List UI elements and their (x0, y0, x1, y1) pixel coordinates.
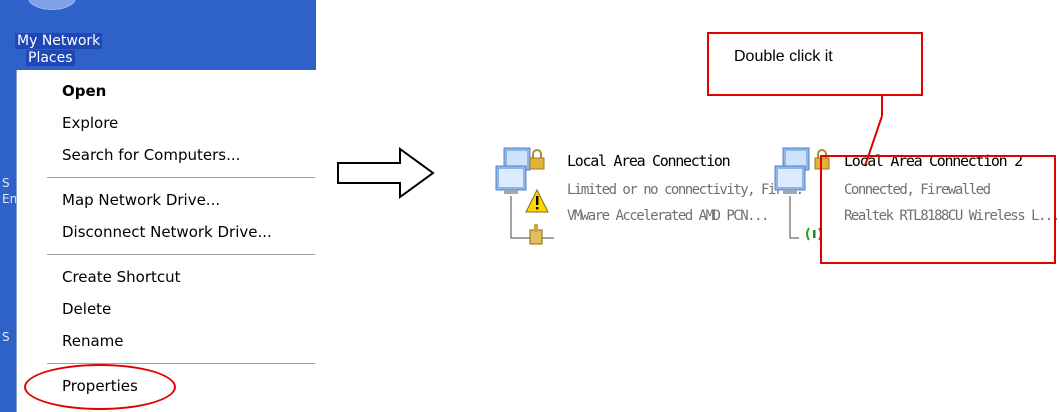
menu-item-explore[interactable]: Explore (62, 114, 118, 132)
connection-1-status: Limited or no connectivity, Fir... (567, 182, 804, 198)
menu-item-map-network-drive[interactable]: Map Network Drive... (62, 191, 220, 209)
callout-text: Double click it (734, 48, 833, 65)
menu-item-search-for-computers[interactable]: Search for Computers... (62, 146, 240, 164)
menu-item-disconnect-network-drive[interactable]: Disconnect Network Drive... (62, 223, 272, 241)
connection-2-annotation-box (820, 155, 1056, 264)
menu-item-create-shortcut[interactable]: Create Shortcut (62, 268, 181, 286)
desktop-icon-fragment: S (2, 330, 10, 344)
desktop-icon-fragment: En (2, 192, 18, 206)
menu-item-open[interactable]: Open (62, 82, 106, 100)
my-network-places-icon[interactable] (28, 0, 76, 10)
desktop-icon-fragment: S (2, 176, 10, 190)
network-connection-warning-icon[interactable] (494, 140, 566, 252)
menu-separator (47, 254, 315, 255)
menu-item-rename[interactable]: Rename (62, 332, 124, 350)
connection-1-name[interactable]: Local Area Connection (567, 152, 731, 170)
context-menu: Open Explore Search for Computers... Map… (16, 70, 316, 412)
properties-annotation-circle (24, 364, 176, 410)
menu-separator (47, 177, 315, 178)
right-arrow-icon (337, 147, 435, 199)
callout-box: Double click it (707, 32, 923, 96)
connection-1-device: VMware Accelerated AMD PCN... (567, 208, 769, 224)
menu-item-delete[interactable]: Delete (62, 300, 111, 318)
my-network-places-label[interactable]: My Network Places (12, 33, 132, 67)
desktop-icon-label-line1: My Network (15, 33, 103, 49)
desktop-icon-label-line2: Places (26, 50, 75, 66)
